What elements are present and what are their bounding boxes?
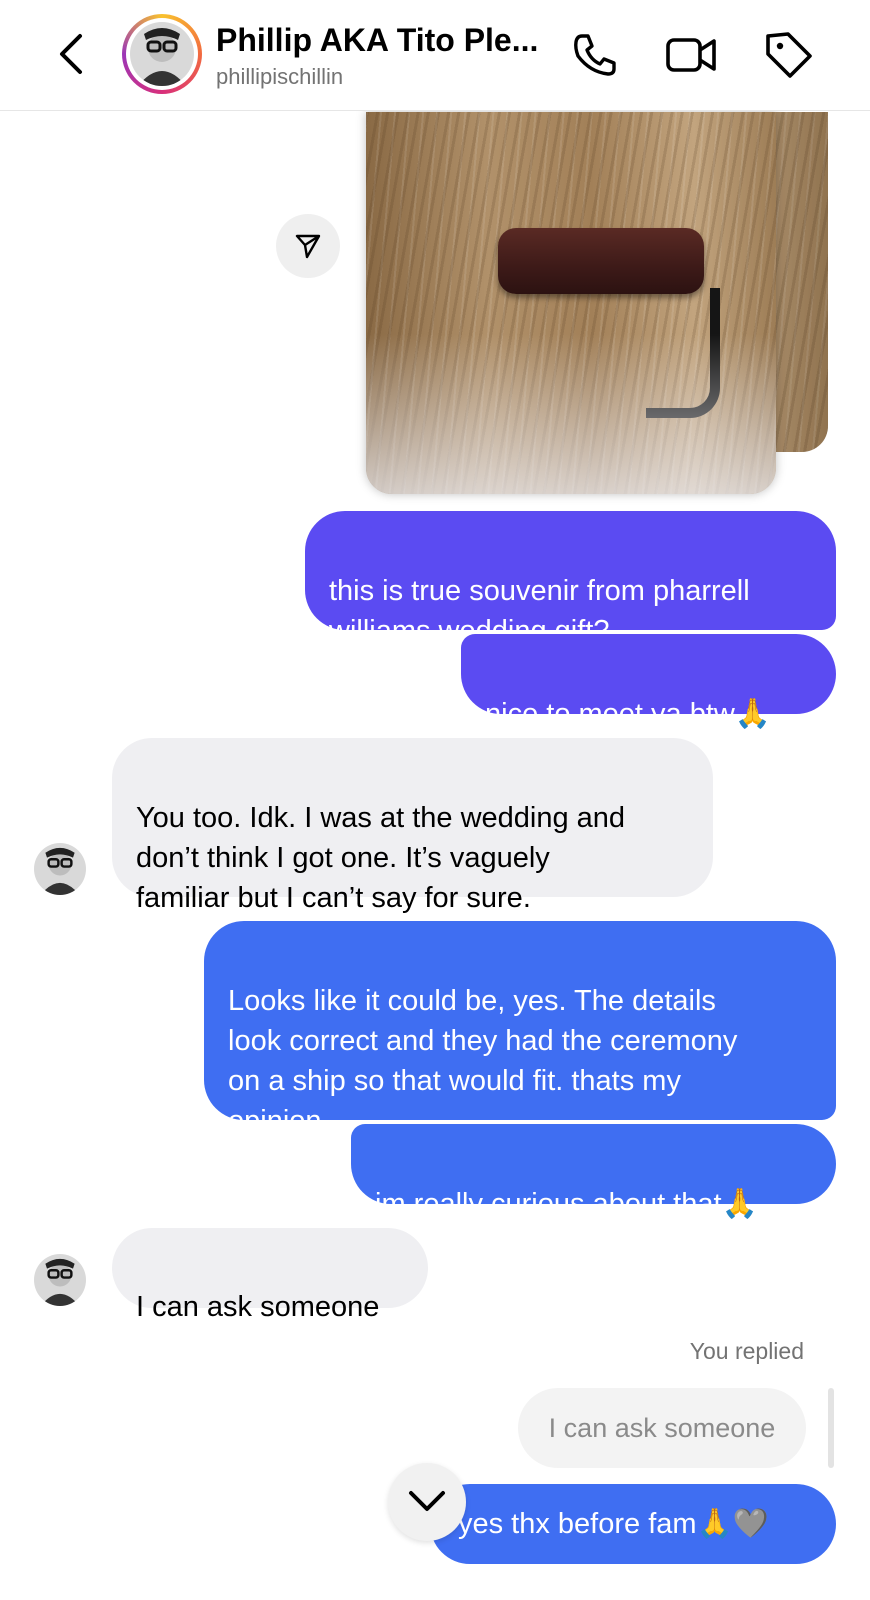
sender-avatar[interactable]	[34, 843, 86, 895]
back-button[interactable]	[52, 30, 92, 78]
avatar	[130, 22, 194, 86]
profile-avatar[interactable]	[122, 14, 202, 94]
folded-hands-grey-heart-emoji: 🙏🩶	[696, 1506, 769, 1540]
message-text: Looks like it could be, yes. The details…	[228, 985, 738, 1137]
message-text: I can ask someone	[136, 1291, 380, 1323]
paper-plane-icon	[295, 234, 321, 259]
contact-username[interactable]: phillipischillin	[216, 64, 343, 90]
voice-call-button[interactable]	[568, 28, 622, 82]
share-button[interactable]	[276, 214, 340, 278]
chat-header: Phillip AKA Tito Ple... phillipischillin	[0, 0, 870, 111]
message-text: im really curious about that	[375, 1188, 722, 1220]
photo-card-front	[366, 112, 776, 494]
message-text: yes thx before fam	[458, 1508, 697, 1540]
incoming-message[interactable]: I can ask someone	[112, 1228, 428, 1323]
outgoing-message[interactable]: Looks like it could be, yes. The details…	[204, 921, 836, 1137]
folded-hands-emoji: 🙏	[721, 1186, 758, 1220]
message-text: You too. Idk. I was at the wedding and d…	[136, 802, 626, 914]
outgoing-message[interactable]: this is true souvenir from pharrell will…	[305, 511, 836, 647]
pouch-strap-image	[646, 288, 720, 418]
tag-icon	[766, 32, 812, 78]
video-call-button[interactable]	[664, 28, 718, 82]
chevron-down-icon	[409, 1491, 445, 1511]
quoted-message[interactable]: I can ask someone	[518, 1388, 806, 1468]
folded-hands-emoji: 🙏	[734, 696, 771, 730]
outgoing-message[interactable]: im really curious about that🙏	[351, 1124, 836, 1220]
scroll-to-bottom-button[interactable]	[388, 1463, 466, 1541]
avatar	[34, 1254, 86, 1306]
video-camera-icon	[666, 38, 716, 72]
sender-avatar[interactable]	[34, 1254, 86, 1306]
brown-pouch-image	[498, 228, 704, 294]
contact-name[interactable]: Phillip AKA Tito Ple...	[216, 22, 538, 59]
reply-indicator-bar	[828, 1388, 834, 1468]
tag-button[interactable]	[762, 28, 816, 82]
outgoing-reply-message[interactable]: yes thx before fam🙏🩶	[430, 1484, 836, 1564]
avatar	[34, 843, 86, 895]
shared-photo[interactable]	[366, 112, 828, 494]
outgoing-message[interactable]: nice to meet ya btw🙏	[461, 634, 836, 730]
you-replied-label: You replied	[689, 1338, 804, 1364]
message-text: nice to meet ya btw	[485, 698, 735, 730]
incoming-message[interactable]: You too. Idk. I was at the wedding and d…	[112, 738, 713, 914]
phone-icon	[574, 34, 616, 76]
chevron-left-icon	[60, 34, 82, 74]
